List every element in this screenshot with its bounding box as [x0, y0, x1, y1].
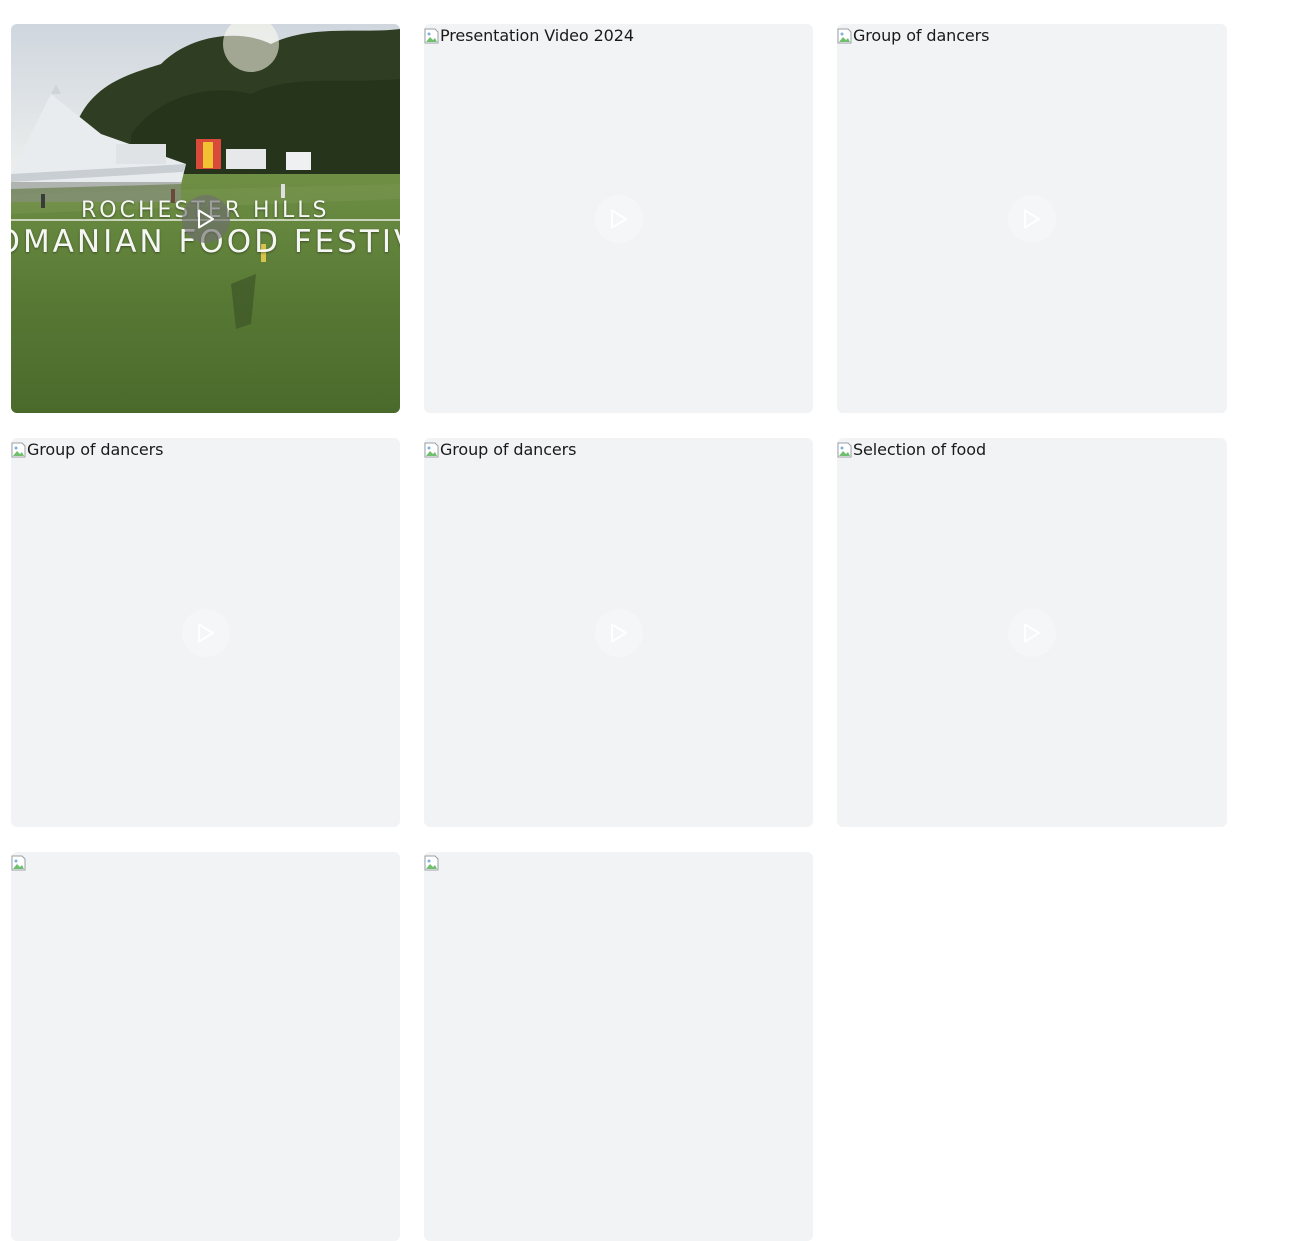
video-tile-7[interactable]: [11, 852, 400, 1241]
broken-image-icon: [837, 27, 853, 45]
broken-image: Presentation Video 2024: [424, 26, 634, 45]
play-button[interactable]: [594, 194, 643, 243]
play-icon: [1024, 209, 1040, 228]
play-icon: [1024, 623, 1040, 642]
image-alt-text: Group of dancers: [853, 26, 990, 45]
image-alt-text: Group of dancers: [440, 440, 577, 459]
image-alt-text: Group of dancers: [27, 440, 164, 459]
play-icon: [197, 209, 214, 228]
video-tile-dancers-3[interactable]: Group of dancers: [424, 438, 813, 827]
video-tile-8[interactable]: [424, 852, 813, 1241]
broken-image: Selection of food: [837, 440, 986, 459]
play-icon: [197, 623, 214, 642]
broken-image-icon: [424, 27, 440, 45]
video-tile-food[interactable]: Selection of food: [837, 438, 1227, 827]
broken-image: Group of dancers: [424, 440, 576, 459]
play-button[interactable]: [1008, 194, 1056, 243]
video-tile-dancers-2[interactable]: Group of dancers: [11, 438, 400, 827]
video-tile-presentation-2024[interactable]: Presentation Video 2024: [424, 24, 813, 413]
poster-title-line1: ROCHESTER HILLS: [81, 198, 330, 223]
play-button[interactable]: [181, 194, 230, 243]
image-alt-text: Presentation Video 2024: [440, 26, 634, 45]
broken-image: Group of dancers: [11, 440, 163, 459]
video-tile-dancers-1[interactable]: Group of dancers: [837, 24, 1227, 413]
play-button[interactable]: [1008, 608, 1056, 657]
broken-image-icon: [424, 441, 440, 459]
play-icon: [610, 623, 627, 642]
video-tile-festival[interactable]: ROCHESTER HILLS ROMANIAN FOOD FESTIVAL: [11, 24, 400, 413]
broken-image-icon: [837, 441, 853, 459]
play-button[interactable]: [594, 608, 643, 657]
broken-image-icon: [11, 441, 27, 459]
image-alt-text: Selection of food: [853, 440, 986, 459]
play-icon: [610, 209, 627, 228]
broken-image: Group of dancers: [837, 26, 989, 45]
video-gallery-grid: ROCHESTER HILLS ROMANIAN FOOD FESTIVAL P…: [11, 24, 1227, 1241]
play-button[interactable]: [181, 608, 230, 657]
